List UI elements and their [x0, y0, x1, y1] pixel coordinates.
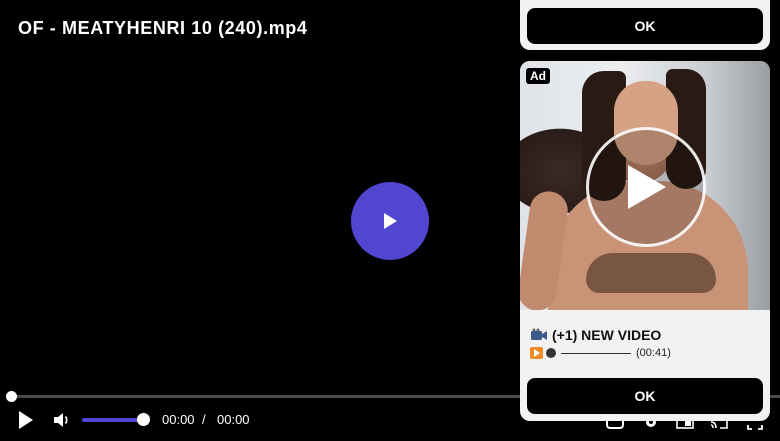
- ad-badge: Ad: [526, 68, 550, 84]
- big-play-button[interactable]: [351, 182, 429, 260]
- time-separator: /: [202, 412, 206, 427]
- ad-video-length: (00:41): [636, 347, 671, 359]
- timeline-line: [561, 352, 631, 354]
- ad-card[interactable]: Ad (+1) NEW VIDEO (00:41) OK: [520, 61, 770, 421]
- volume-handle[interactable]: [137, 413, 150, 426]
- current-time: 00:00: [162, 412, 195, 427]
- ok-button[interactable]: OK: [527, 8, 763, 44]
- play-button-icon: [530, 347, 543, 359]
- volume-button[interactable]: [50, 408, 74, 432]
- play-button-icon: [628, 165, 666, 209]
- ad-panel-top: OK: [520, 0, 770, 50]
- video-camera-icon: [531, 328, 547, 340]
- thumbnail-clothing: [586, 253, 716, 293]
- ad-thumbnail[interactable]: Ad: [520, 61, 770, 310]
- play-button[interactable]: [14, 408, 38, 432]
- ad-headline-text: (+1) NEW VIDEO: [552, 327, 662, 343]
- play-icon: [384, 213, 397, 229]
- video-title: OF - MEATYHENRI 10 (240).mp4: [18, 18, 308, 38]
- volume-icon: [54, 413, 68, 427]
- volume-slider[interactable]: [82, 418, 144, 422]
- ok-button[interactable]: OK: [527, 378, 763, 414]
- ad-headline[interactable]: (+1) NEW VIDEO: [530, 327, 661, 343]
- duration: 00:00: [217, 412, 250, 427]
- progress-handle[interactable]: [6, 391, 17, 402]
- ad-play-button[interactable]: [586, 127, 706, 247]
- ad-subline: (00:41): [530, 347, 671, 359]
- record-dot-icon: [546, 348, 556, 358]
- play-icon: [19, 411, 33, 429]
